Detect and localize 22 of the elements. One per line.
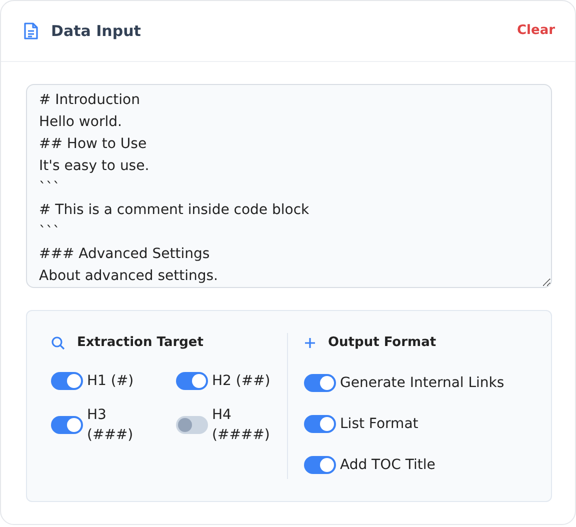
option-label: H2 (##) <box>212 372 270 390</box>
section-title: Extraction Target <box>77 334 204 352</box>
option-label: H3 (###) <box>87 406 134 444</box>
toggle-switch[interactable] <box>304 456 336 474</box>
section-title: Output Format <box>328 334 436 352</box>
toggle-switch[interactable] <box>304 374 336 392</box>
option-label: H1 (#) <box>87 372 134 390</box>
toggle-switch[interactable] <box>176 416 208 434</box>
toggle-switch[interactable] <box>51 416 83 434</box>
toggle-switch[interactable] <box>51 372 83 390</box>
document-icon <box>23 22 39 40</box>
plus-icon <box>304 336 316 349</box>
option-label: List Format <box>340 414 418 434</box>
toggle-switch[interactable] <box>304 414 336 432</box>
toggle-switch[interactable] <box>176 372 208 390</box>
clear-button[interactable]: Clear <box>517 21 555 41</box>
markdown-input-field[interactable]: # Introduction Hello world. ## How to Use It's easy to use. ``` # This is a comment inside code block ``` ### Advanced Settings About advanced settings. <box>26 84 552 288</box>
option-label: H4 (####) <box>212 406 271 444</box>
option-label: Add TOC Title <box>340 456 436 474</box>
option-label: Generate Internal Links <box>340 374 504 392</box>
search-icon <box>51 336 65 350</box>
panel-title: Data Input <box>51 20 141 42</box>
